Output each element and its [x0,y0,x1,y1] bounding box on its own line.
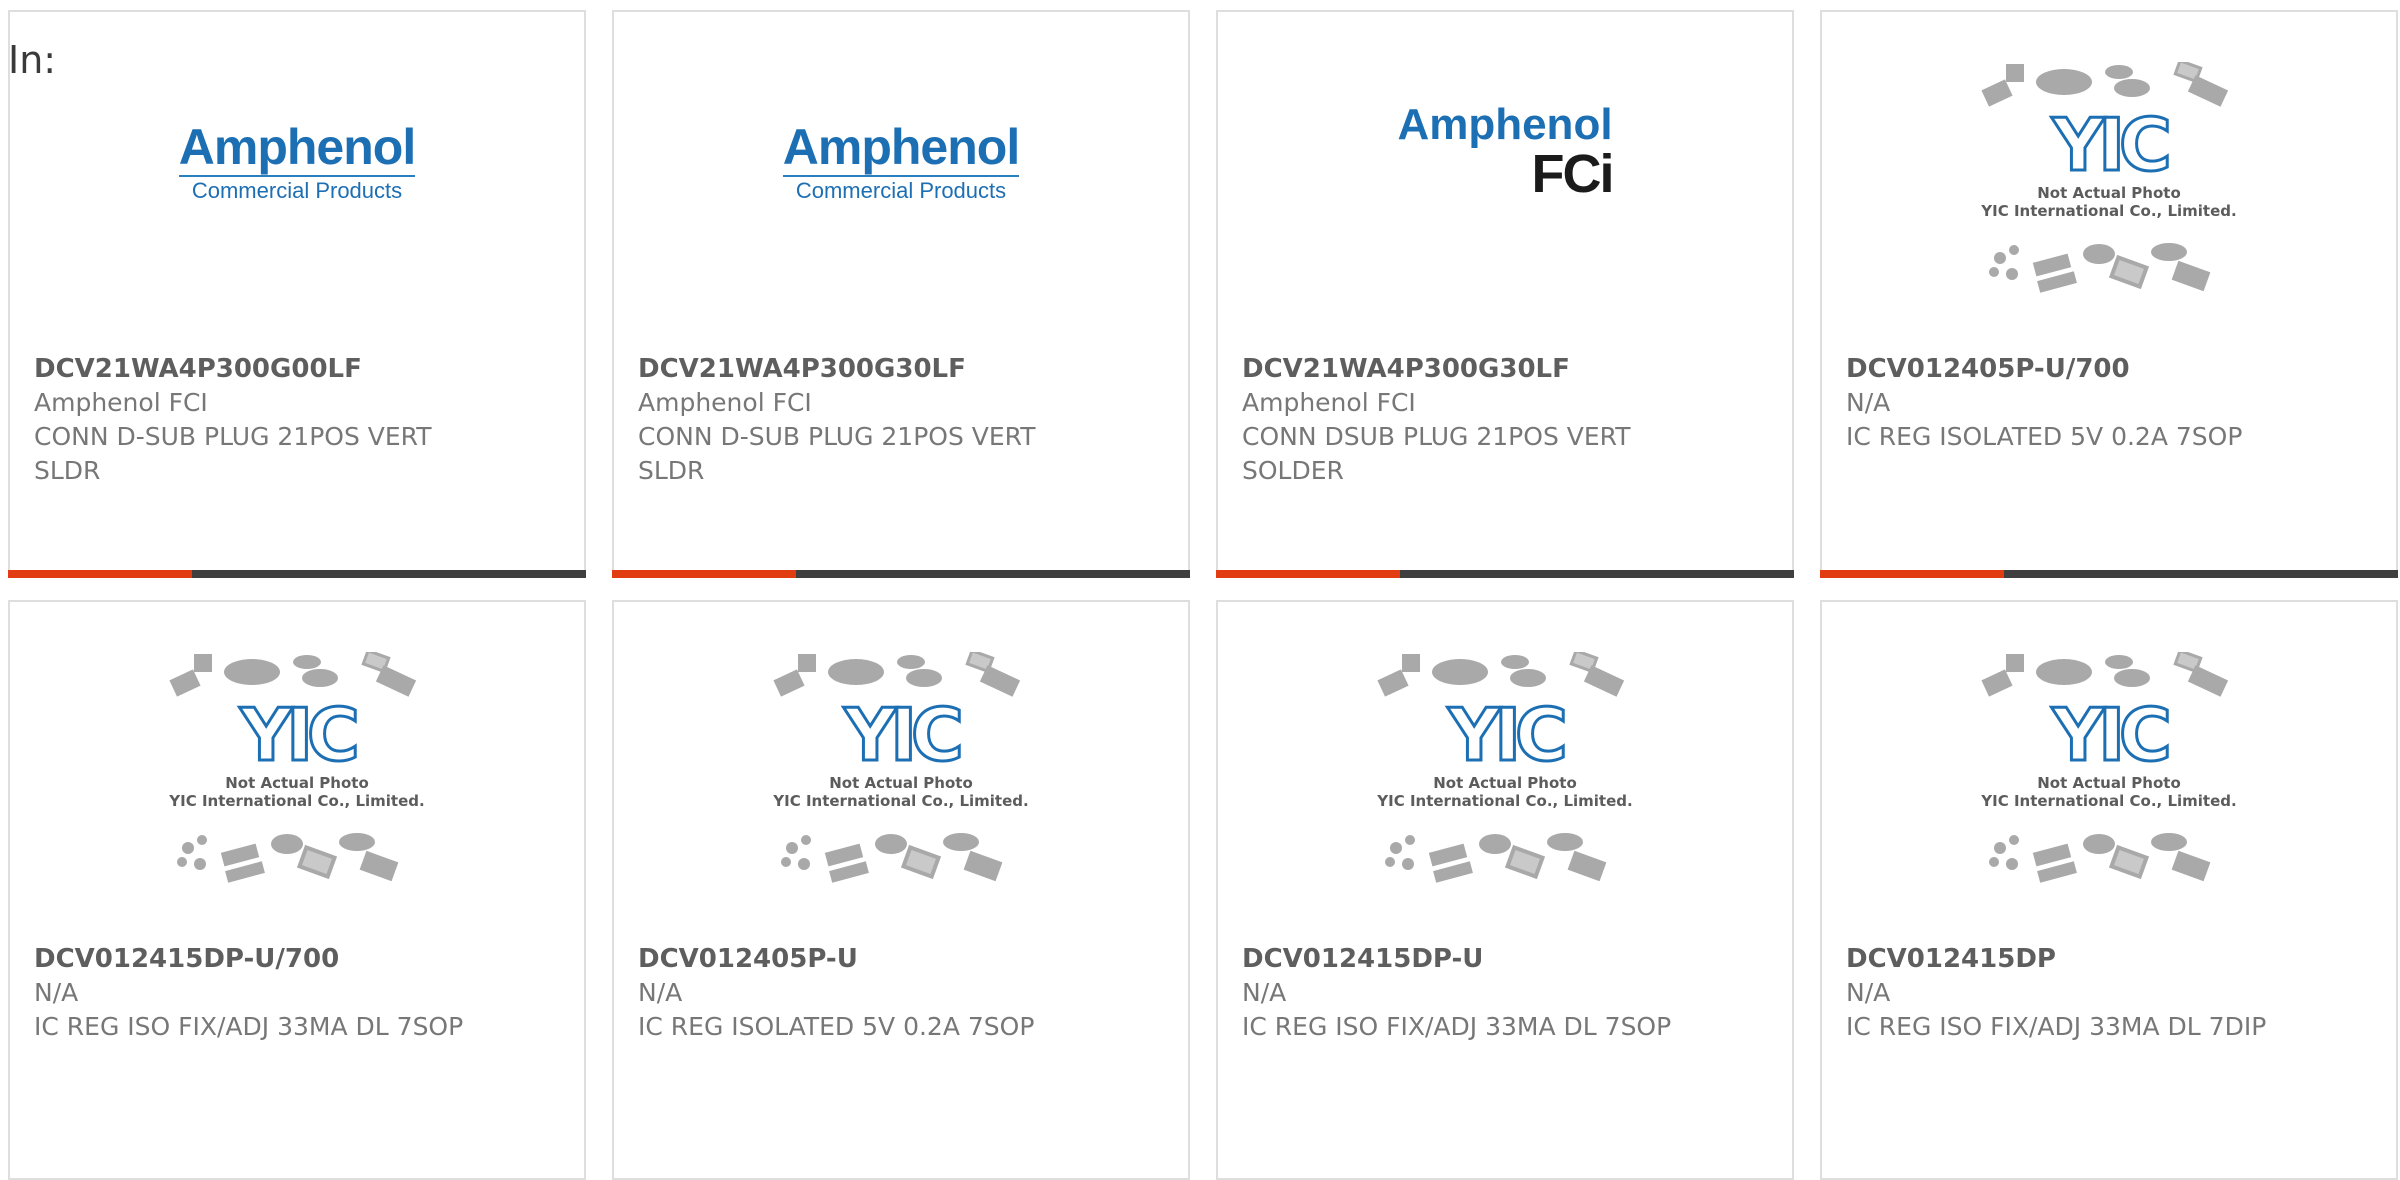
yic-placeholder-image: YICNot Actual PhotoYIC International Co.… [772,652,1029,883]
manufacturer: Amphenol FCI [34,388,208,417]
yic-mark: YIC [2051,103,2168,187]
product-card[interactable]: Amphenol Commercial Products DCV21WA4P30… [612,10,1190,578]
product-card[interactable]: YIC Not Actual Photo YIC International Co.… [8,600,586,1180]
yic-mark: YIC [1447,693,1564,777]
part-number[interactable]: DCV21WA4P300G30LF [1242,352,1768,386]
part-number[interactable]: DCV21WA4P300G00LF [34,352,560,386]
amphenol-fci-logo: Amphenol FCi [1397,100,1614,204]
yic-mark: YIC [843,693,960,777]
part-number[interactable]: DCV012415DP-U [1242,942,1768,976]
not-actual-photo-caption: Not Actual Photo [2037,184,2181,202]
not-actual-photo-caption: Not Actual Photo [829,774,973,792]
not-actual-photo-caption: Not Actual Photo [1433,774,1577,792]
description: IC REG ISOLATED 5V 0.2A 7SOP [638,1012,1035,1041]
part-number[interactable]: DCV012415DP-U/700 [34,942,560,976]
product-image[interactable]: YIC Not Actual Photo YIC International Co.… [1822,602,2396,942]
card-bar [8,570,586,578]
part-number[interactable]: DCV012415DP [1846,942,2372,976]
yic-company-caption: YIC International Co., Limited. [1376,792,1632,810]
amphenol-commercial-logo: Amphenol Commercial Products [178,119,416,203]
yic-company-caption: YIC International Co., Limited. [1980,202,2236,220]
yic-placeholder-image: YICNot Actual PhotoYIC International Co.… [1980,62,2237,293]
product-image[interactable]: YIC Not Actual Photo YIC International Co.… [614,602,1188,942]
yic-company-caption: YIC International Co., Limited. [772,792,1028,810]
product-card[interactable]: YIC Not Actual Photo YIC International Co.… [1820,10,2398,578]
part-number[interactable]: DCV21WA4P300G30LF [638,352,1164,386]
yic-mark: YIC [2051,693,2168,777]
not-actual-photo-caption: Not Actual Photo [225,774,369,792]
product-card[interactable]: YIC Not Actual Photo YIC International Co.… [1820,600,2398,1180]
manufacturer: N/A [638,978,683,1007]
amphenol-commercial-logo: Amphenol Commercial Products [782,119,1020,203]
description: IC REG ISO FIX/ADJ 33MA DL 7SOP [1242,1012,1672,1041]
part-number[interactable]: DCV012405P-U/700 [1846,352,2372,386]
description: IC REG ISOLATED 5V 0.2A 7SOP [1846,422,2243,451]
product-image[interactable]: YIC Not Actual Photo YIC International Co.… [1822,12,2396,352]
not-actual-photo-caption: Not Actual Photo [2037,774,2181,792]
manufacturer: N/A [1242,978,1287,1007]
description: IC REG ISO FIX/ADJ 33MA DL 7DIP [1846,1012,2267,1041]
product-image[interactable]: Amphenol Commercial Products [614,12,1188,352]
manufacturer: N/A [1846,388,1891,417]
yic-placeholder-image: YICNot Actual PhotoYIC International Co.… [1980,652,2237,883]
manufacturer: N/A [34,978,79,1007]
part-number[interactable]: DCV012405P-U [638,942,1164,976]
product-card[interactable]: YIC Not Actual Photo YIC International Co.… [612,600,1190,1180]
yic-mark: YIC [239,693,356,777]
yic-company-caption: YIC International Co., Limited. [168,792,424,810]
description: CONN D-SUB PLUG 21POS VERT SLDR [638,422,1036,485]
yic-placeholder-image: YICNot Actual PhotoYIC International Co.… [168,652,425,883]
description: IC REG ISO FIX/ADJ 33MA DL 7SOP [34,1012,464,1041]
in-label: In: [8,38,57,82]
description: CONN D-SUB PLUG 21POS VERT SLDR [34,422,432,485]
manufacturer: Amphenol FCI [638,388,812,417]
card-bar [1216,570,1794,578]
product-card[interactable]: YIC Not Actual Photo YIC International Co.… [1216,600,1794,1180]
product-card[interactable]: Amphenol FCi DCV21WA4P300G30LF Amphenol … [1216,10,1794,578]
product-image[interactable]: Amphenol FCi [1218,12,1792,352]
description: CONN DSUB PLUG 21POS VERT SOLDER [1242,422,1631,485]
product-image[interactable]: Amphenol Commercial Products [10,12,584,352]
product-image[interactable]: YIC Not Actual Photo YIC International Co.… [1218,602,1792,942]
product-image[interactable]: YIC Not Actual Photo YIC International Co.… [10,602,584,942]
card-bar [612,570,1190,578]
manufacturer: Amphenol FCI [1242,388,1416,417]
manufacturer: N/A [1846,978,1891,1007]
card-bar [1820,570,2398,578]
yic-company-caption: YIC International Co., Limited. [1980,792,2236,810]
yic-placeholder-image: YICNot Actual PhotoYIC International Co.… [1376,652,1633,883]
product-card[interactable]: Amphenol Commercial Products DCV21WA4P30… [8,10,586,578]
